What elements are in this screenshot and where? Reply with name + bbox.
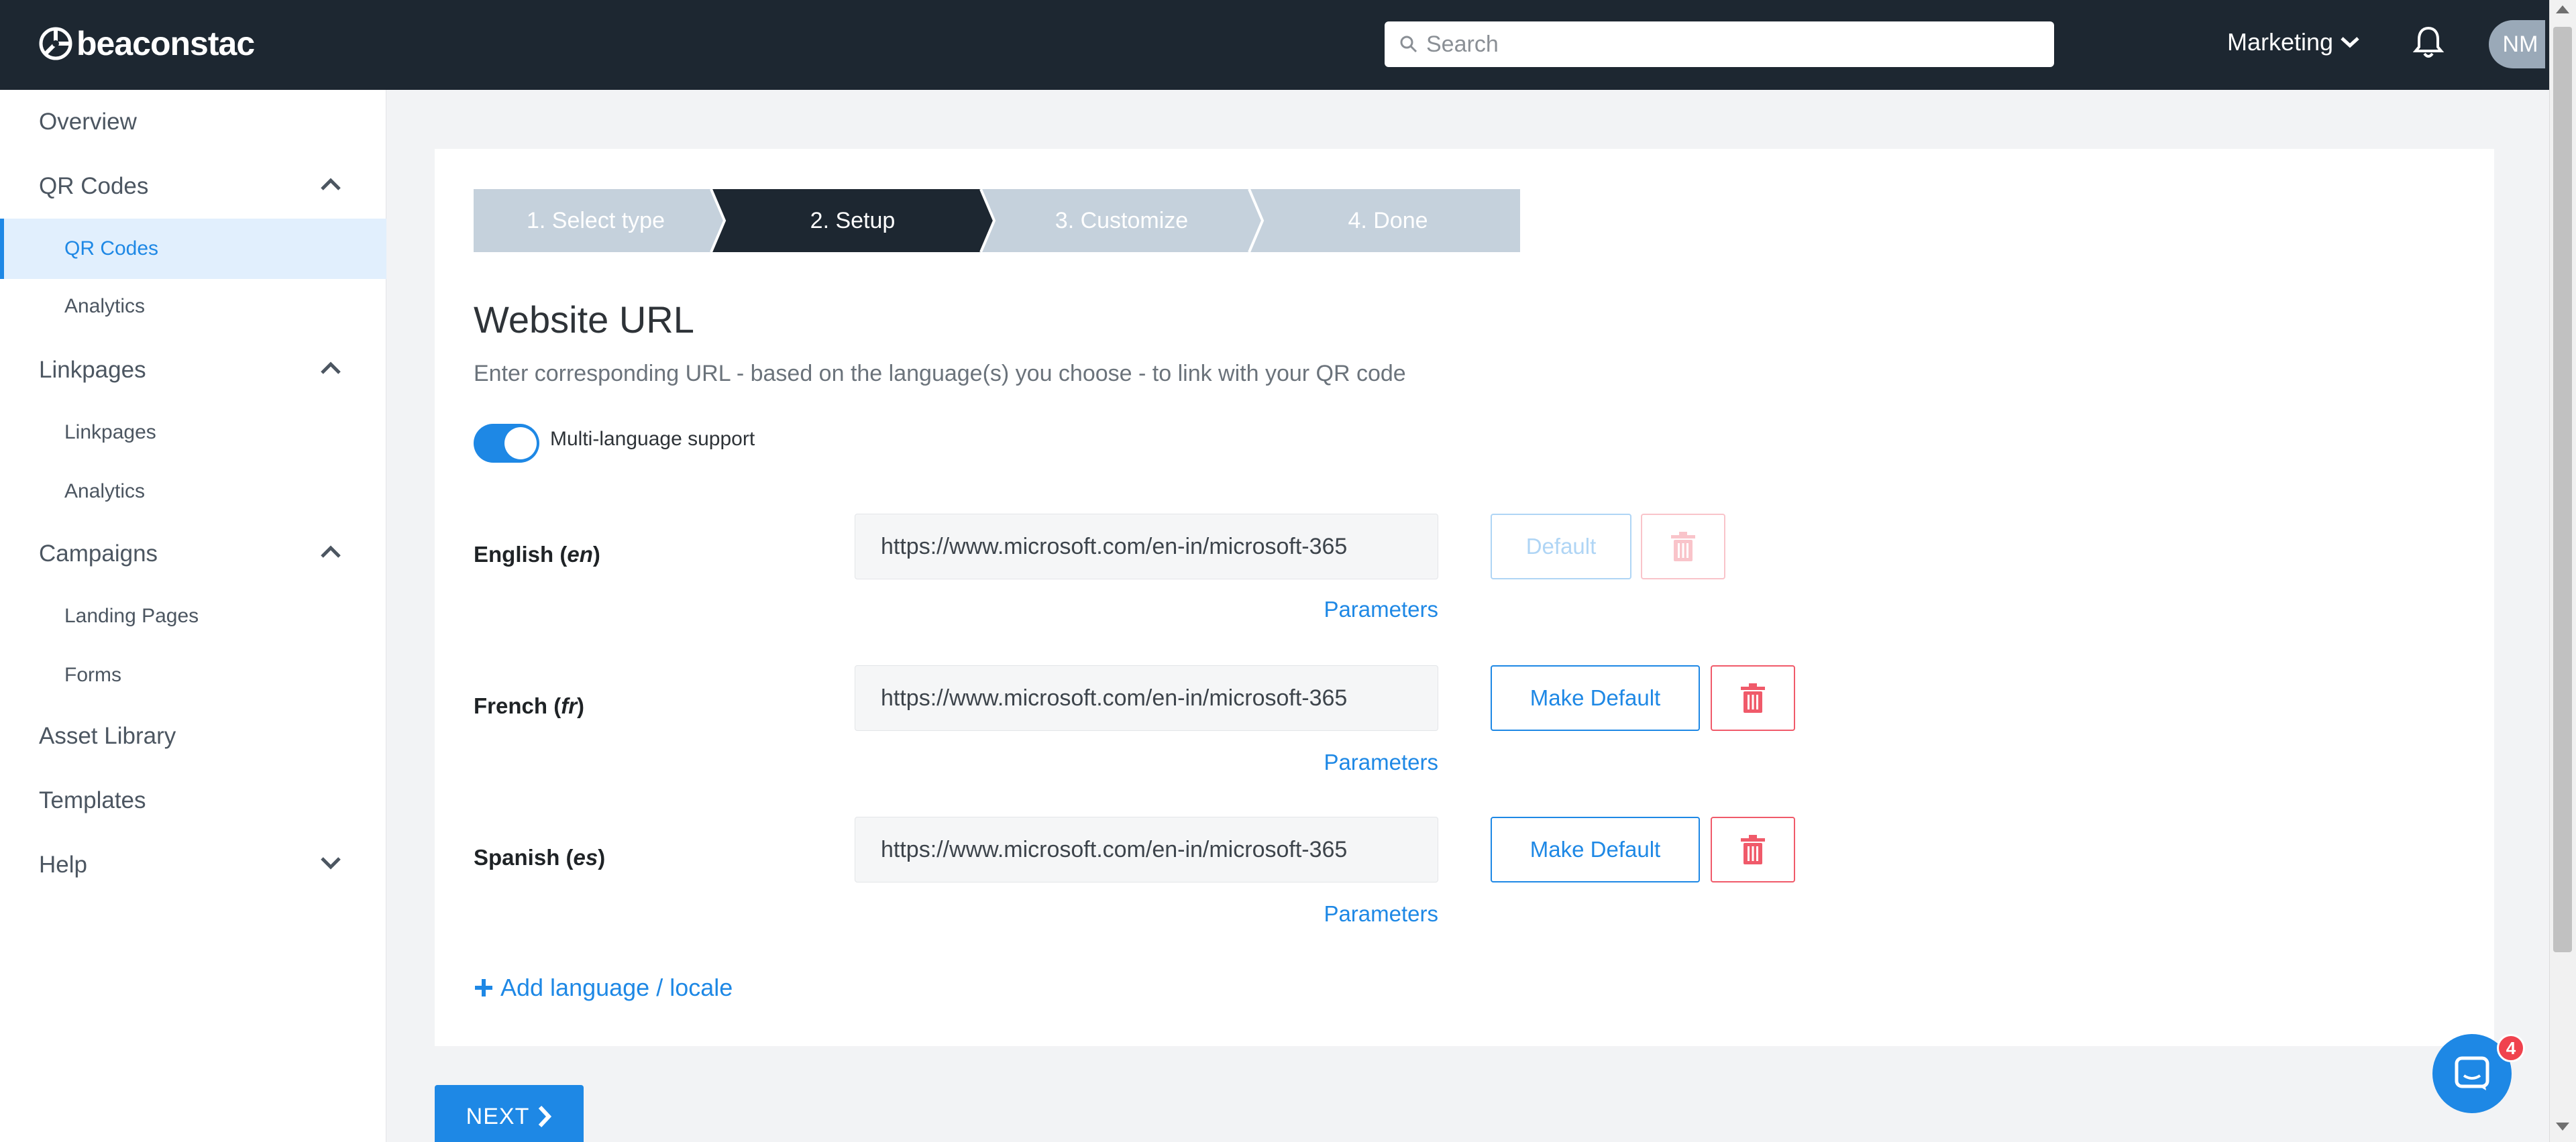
page-title: Website URL <box>474 298 694 341</box>
delete-button-french[interactable] <box>1711 665 1795 731</box>
default-button-english[interactable]: Default <box>1491 514 1631 579</box>
add-language-label: Add language / locale <box>500 974 733 1001</box>
multi-language-toggle[interactable] <box>474 424 539 463</box>
sidebar-item-templates[interactable]: Templates <box>39 787 146 814</box>
sidebar-item-qr-codes[interactable] <box>0 219 386 279</box>
sidebar-item-linkpages[interactable]: Linkpages <box>64 421 156 444</box>
parameters-link-french[interactable]: Parameters <box>1275 750 1438 775</box>
sidebar-group-help[interactable]: Help <box>39 852 87 878</box>
search-icon <box>1400 36 1417 53</box>
scroll-down-arrow-icon[interactable] <box>2556 1123 2569 1131</box>
next-button[interactable]: NEXT <box>435 1085 584 1142</box>
step-done[interactable]: 4. Done <box>1256 189 1520 252</box>
step-select-type[interactable]: 1. Select type <box>474 189 718 252</box>
setup-card <box>435 149 2494 1046</box>
trash-icon <box>1741 835 1765 864</box>
sidebar-group-linkpages[interactable]: Linkpages <box>39 357 146 384</box>
url-input-french[interactable] <box>855 665 1438 731</box>
sidebar-group-qr-codes[interactable]: QR Codes <box>39 173 148 200</box>
brand-name: beaconstac <box>76 25 255 62</box>
chat-unread-badge: 4 <box>2497 1034 2525 1062</box>
sidebar-item-landing-pages[interactable]: Landing Pages <box>64 605 199 628</box>
delete-button-english[interactable] <box>1641 514 1725 579</box>
brand-logo[interactable]: beaconstac <box>39 24 255 63</box>
org-switcher[interactable]: Marketing <box>2227 28 2360 56</box>
chevron-up-icon[interactable] <box>319 177 342 192</box>
user-avatar[interactable]: NM <box>2489 20 2545 68</box>
scroll-up-arrow-icon[interactable] <box>2556 5 2569 13</box>
sidebar-item-forms[interactable]: Forms <box>64 664 121 687</box>
top-bar: beaconstac Marketing NM <box>0 0 2549 90</box>
notification-bell-icon[interactable] <box>2412 25 2445 60</box>
url-input-english[interactable] <box>855 514 1438 579</box>
trash-icon <box>1741 683 1765 713</box>
trash-icon <box>1671 532 1695 561</box>
chevron-up-icon[interactable] <box>319 361 342 376</box>
org-name: Marketing <box>2227 28 2334 56</box>
search-input[interactable] <box>1426 31 2030 58</box>
chat-icon <box>2455 1056 2489 1090</box>
make-default-button-french[interactable]: Make Default <box>1491 665 1700 731</box>
make-default-button-spanish[interactable]: Make Default <box>1491 817 1700 882</box>
page-subtitle: Enter corresponding URL - based on the l… <box>474 361 1406 386</box>
toggle-knob <box>504 427 537 459</box>
url-input-spanish[interactable] <box>855 817 1438 882</box>
progress-stepper: 1. Select type 2. Setup 3. Customize 4. … <box>474 189 1520 252</box>
parameters-link-english[interactable]: Parameters <box>1275 597 1438 622</box>
search-box[interactable] <box>1385 21 2054 67</box>
beaconstac-logo-icon <box>39 27 72 60</box>
chevron-up-icon[interactable] <box>319 545 342 559</box>
plus-icon <box>475 979 492 996</box>
multi-language-toggle-label: Multi-language support <box>550 428 755 450</box>
scrollbar-thumb[interactable] <box>2553 27 2572 952</box>
language-label-french: French (fr) <box>474 693 585 718</box>
sidebar-item-asset-library[interactable]: Asset Library <box>39 723 176 750</box>
step-customize[interactable]: 3. Customize <box>987 189 1256 252</box>
next-button-label: NEXT <box>466 1104 530 1129</box>
language-label-spanish: Spanish (es) <box>474 845 606 870</box>
chevron-right-icon <box>539 1105 552 1128</box>
chevron-down-icon[interactable] <box>319 856 342 870</box>
step-setup[interactable]: 2. Setup <box>718 189 987 252</box>
sidebar-item-overview[interactable]: Overview <box>39 109 137 135</box>
sidebar: Overview QR Codes QR Codes Analytics Lin… <box>0 90 386 1142</box>
language-label-english: English (en) <box>474 542 600 567</box>
sidebar-item-linkpages-analytics[interactable]: Analytics <box>64 480 145 503</box>
delete-button-spanish[interactable] <box>1711 817 1795 882</box>
sidebar-item-qr-codes-label: QR Codes <box>64 237 159 260</box>
parameters-link-spanish[interactable]: Parameters <box>1275 901 1438 927</box>
add-language-link[interactable]: Add language / locale <box>474 974 733 1002</box>
sidebar-item-qr-analytics[interactable]: Analytics <box>64 295 145 318</box>
chevron-down-icon <box>2341 37 2359 48</box>
sidebar-group-campaigns[interactable]: Campaigns <box>39 540 158 567</box>
